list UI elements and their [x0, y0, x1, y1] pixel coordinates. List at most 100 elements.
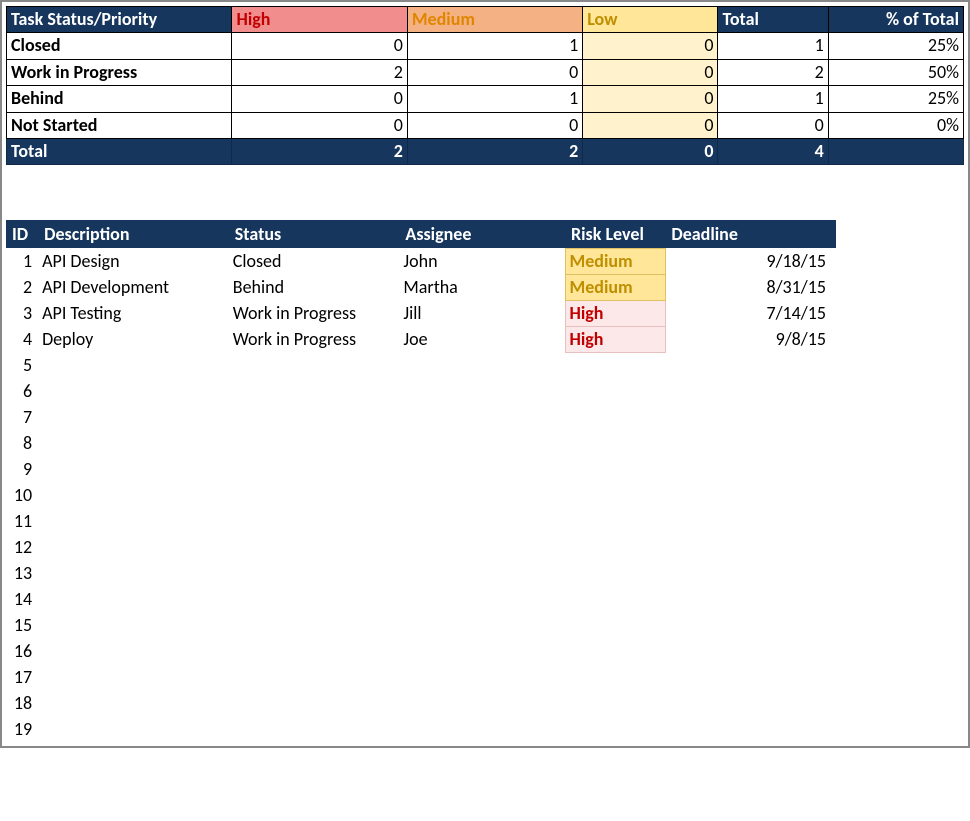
task-id-cell[interactable]: 14	[6, 586, 38, 612]
task-risk-cell[interactable]: Medium	[565, 274, 665, 300]
task-status-cell[interactable]	[229, 716, 400, 742]
task-status-cell[interactable]	[229, 534, 400, 560]
task-risk-cell[interactable]	[565, 534, 665, 560]
task-description-cell[interactable]: API Testing	[38, 300, 229, 326]
summary-total-cell[interactable]: 2	[718, 59, 828, 85]
task-risk-cell[interactable]	[565, 612, 665, 638]
task-assignee-cell[interactable]	[399, 378, 565, 404]
task-id-cell[interactable]: 3	[6, 300, 38, 326]
summary-row[interactable]: Closed010125%	[7, 33, 964, 59]
task-description-cell[interactable]: API Development	[38, 274, 229, 300]
task-risk-cell[interactable]	[565, 560, 665, 586]
task-row-empty[interactable]: 18	[6, 690, 836, 716]
task-id-cell[interactable]: 7	[6, 404, 38, 430]
summary-high-cell[interactable]: 0	[232, 33, 407, 59]
task-risk-cell[interactable]	[565, 508, 665, 534]
task-row-empty[interactable]: 7	[6, 404, 836, 430]
task-row[interactable]: 3API TestingWork in ProgressJillHigh7/14…	[6, 300, 836, 326]
task-deadline-cell[interactable]	[665, 352, 836, 378]
task-id-cell[interactable]: 12	[6, 534, 38, 560]
task-risk-cell[interactable]: High	[565, 300, 665, 326]
task-risk-cell[interactable]	[565, 690, 665, 716]
task-deadline-cell[interactable]	[665, 586, 836, 612]
summary-pct-cell[interactable]: 25%	[828, 86, 963, 112]
task-row-empty[interactable]: 11	[6, 508, 836, 534]
summary-status-cell[interactable]: Not Started	[7, 112, 232, 138]
task-row-empty[interactable]: 12	[6, 534, 836, 560]
task-id-cell[interactable]: 15	[6, 612, 38, 638]
task-deadline-cell[interactable]	[665, 378, 836, 404]
task-assignee-cell[interactable]: Jill	[399, 300, 565, 326]
summary-status-cell[interactable]: Work in Progress	[7, 59, 232, 85]
task-status-cell[interactable]: Behind	[229, 274, 400, 300]
summary-low-cell[interactable]: 0	[583, 112, 718, 138]
task-description-cell[interactable]	[38, 716, 229, 742]
task-deadline-cell[interactable]	[665, 664, 836, 690]
task-status-cell[interactable]	[229, 378, 400, 404]
task-row-empty[interactable]: 9	[6, 456, 836, 482]
task-description-cell[interactable]	[38, 534, 229, 560]
task-row-empty[interactable]: 13	[6, 560, 836, 586]
task-status-cell[interactable]	[229, 690, 400, 716]
summary-medium-cell[interactable]: 1	[407, 33, 582, 59]
task-description-cell[interactable]	[38, 378, 229, 404]
summary-pct-cell[interactable]: 0%	[828, 112, 963, 138]
summary-status-cell[interactable]: Behind	[7, 86, 232, 112]
task-deadline-cell[interactable]: 8/31/15	[665, 274, 836, 300]
task-id-cell[interactable]: 8	[6, 430, 38, 456]
summary-row[interactable]: Not Started00000%	[7, 112, 964, 138]
task-id-cell[interactable]: 18	[6, 690, 38, 716]
task-deadline-cell[interactable]	[665, 482, 836, 508]
task-id-cell[interactable]: 17	[6, 664, 38, 690]
task-status-cell[interactable]	[229, 352, 400, 378]
task-risk-cell[interactable]	[565, 352, 665, 378]
task-id-cell[interactable]: 10	[6, 482, 38, 508]
task-deadline-cell[interactable]	[665, 612, 836, 638]
summary-status-cell[interactable]: Closed	[7, 33, 232, 59]
task-id-cell[interactable]: 19	[6, 716, 38, 742]
task-assignee-cell[interactable]	[399, 586, 565, 612]
task-description-cell[interactable]	[38, 404, 229, 430]
summary-row[interactable]: Work in Progress200250%	[7, 59, 964, 85]
summary-pct-cell[interactable]: 25%	[828, 33, 963, 59]
task-description-cell[interactable]	[38, 482, 229, 508]
task-risk-cell[interactable]	[565, 664, 665, 690]
task-risk-cell[interactable]	[565, 456, 665, 482]
task-row-empty[interactable]: 17	[6, 664, 836, 690]
task-status-cell[interactable]: Work in Progress	[229, 326, 400, 352]
task-description-cell[interactable]	[38, 664, 229, 690]
summary-medium-cell[interactable]: 0	[407, 112, 582, 138]
task-assignee-cell[interactable]: Joe	[399, 326, 565, 352]
task-assignee-cell[interactable]	[399, 690, 565, 716]
task-assignee-cell[interactable]	[399, 456, 565, 482]
task-assignee-cell[interactable]	[399, 404, 565, 430]
task-assignee-cell[interactable]: Martha	[399, 274, 565, 300]
task-risk-cell[interactable]: High	[565, 326, 665, 352]
task-assignee-cell[interactable]: John	[399, 248, 565, 274]
task-status-cell[interactable]	[229, 664, 400, 690]
task-deadline-cell[interactable]: 9/8/15	[665, 326, 836, 352]
task-deadline-cell[interactable]: 7/14/15	[665, 300, 836, 326]
summary-pct-cell[interactable]: 50%	[828, 59, 963, 85]
task-status-cell[interactable]	[229, 612, 400, 638]
task-assignee-cell[interactable]	[399, 430, 565, 456]
task-id-cell[interactable]: 5	[6, 352, 38, 378]
task-id-cell[interactable]: 2	[6, 274, 38, 300]
task-risk-cell[interactable]	[565, 638, 665, 664]
task-risk-cell[interactable]: Medium	[565, 248, 665, 274]
task-description-cell[interactable]	[38, 586, 229, 612]
task-status-cell[interactable]	[229, 456, 400, 482]
task-risk-cell[interactable]	[565, 404, 665, 430]
task-description-cell[interactable]: Deploy	[38, 326, 229, 352]
summary-total-cell[interactable]: 1	[718, 86, 828, 112]
task-id-cell[interactable]: 6	[6, 378, 38, 404]
task-status-cell[interactable]: Closed	[229, 248, 400, 274]
task-description-cell[interactable]	[38, 612, 229, 638]
summary-high-cell[interactable]: 0	[232, 86, 407, 112]
task-risk-cell[interactable]	[565, 482, 665, 508]
task-deadline-cell[interactable]	[665, 508, 836, 534]
task-assignee-cell[interactable]	[399, 534, 565, 560]
task-id-cell[interactable]: 11	[6, 508, 38, 534]
task-assignee-cell[interactable]	[399, 664, 565, 690]
task-id-cell[interactable]: 13	[6, 560, 38, 586]
